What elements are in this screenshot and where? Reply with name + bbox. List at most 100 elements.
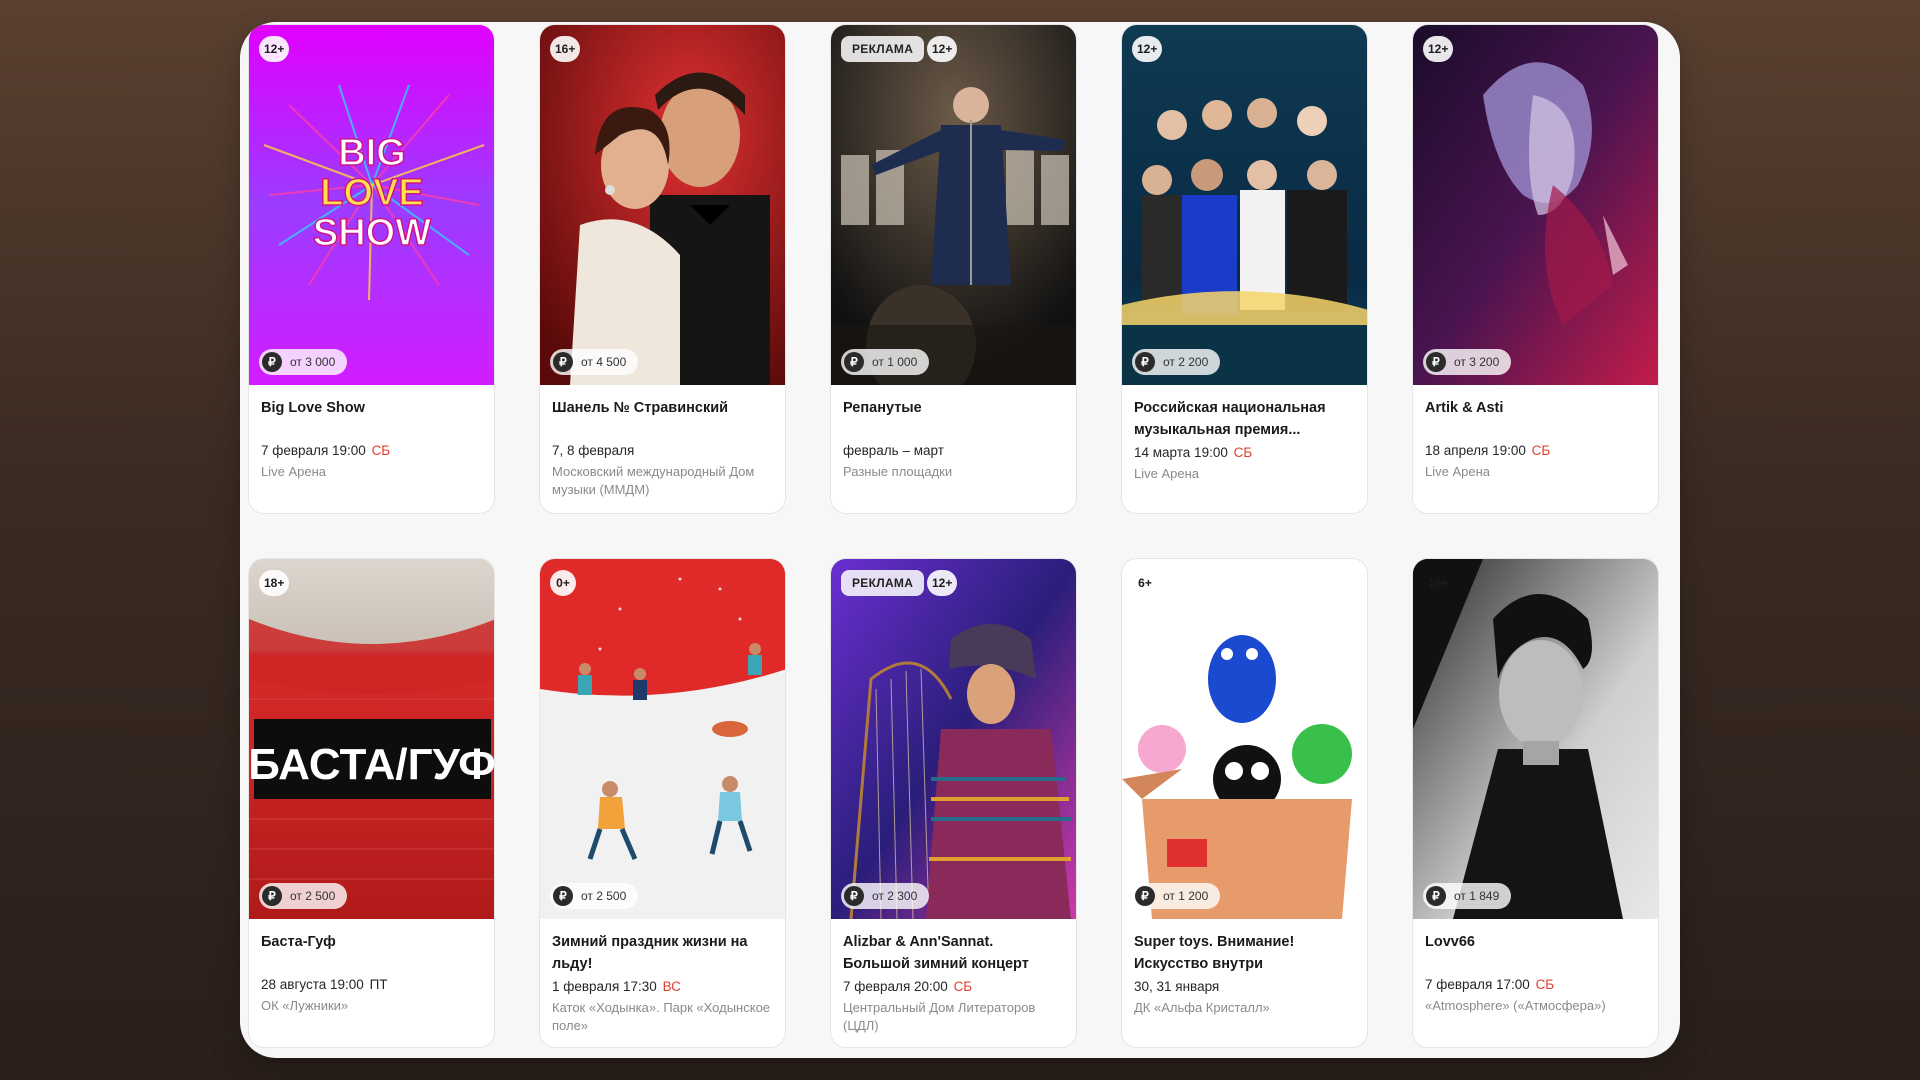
age-rating-badge: 6+ <box>1138 576 1152 590</box>
event-info: Lovv66 7 февраля 17:00 СБ «Atmosphere» (… <box>1413 919 1658 1015</box>
event-title[interactable]: Российская национальная музыкальная прем… <box>1134 397 1355 441</box>
ruble-icon: ₽ <box>1426 886 1446 906</box>
age-rating-badge: 12+ <box>927 570 958 596</box>
events-window: BIG LOVE SHOW 12+ ₽ от 3 000 Big Love Sh… <box>240 22 1680 1058</box>
ruble-icon: ₽ <box>262 886 282 906</box>
event-date: 7 февраля 17:00 СБ <box>1425 975 1646 995</box>
event-card[interactable]: БАСТА/ГУФ 18+ ₽ от 2 500 Баста-Гуф 28 ав… <box>248 558 495 1048</box>
age-rating-badge: 18+ <box>259 570 290 596</box>
ruble-icon: ₽ <box>844 886 864 906</box>
event-title[interactable]: Зимний праздник жизни на льду! <box>552 931 773 975</box>
price-label: от 3 000 <box>290 355 336 369</box>
age-rating-badge: 16+ <box>550 36 581 62</box>
event-date: февраль – март <box>843 441 1064 461</box>
event-card[interactable]: 12+ ₽ от 3 200 Artik & Asti 18 апреля 19… <box>1412 24 1659 514</box>
event-date: 7, 8 февраля <box>552 441 773 461</box>
poster-title-line: SHOW <box>313 212 431 254</box>
event-card[interactable]: 6+ ₽ от 1 200 Super toys. Внимание! Иску… <box>1121 558 1368 1048</box>
event-card[interactable]: 12+ ₽ от 2 200 Российская национальная м… <box>1121 24 1368 514</box>
toys-box-poster <box>1122 559 1367 919</box>
age-rating-badge: 16+ <box>1428 576 1449 590</box>
poster-title-line: BIG <box>338 132 406 174</box>
singer-stage-poster <box>831 25 1076 385</box>
price-label: от 3 200 <box>1454 355 1500 369</box>
event-date: 28 августа 19:00 ПТ <box>261 975 482 995</box>
price-badge: ₽ от 2 500 <box>259 883 348 909</box>
weekday-label: СБ <box>953 979 973 994</box>
event-card[interactable]: 16+ ₽ от 4 500 Шанель № Стравинский 7, 8… <box>539 24 786 514</box>
age-rating-badge: 12+ <box>1423 36 1454 62</box>
event-title[interactable]: Баста-Гуф <box>261 931 482 953</box>
ruble-icon: ₽ <box>844 352 864 372</box>
event-info: Alizbar & Ann'Sannat. Большой зимний кон… <box>831 919 1076 1035</box>
price-badge: ₽ от 2 500 <box>550 883 639 909</box>
big-love-show-poster: BIG LOVE SHOW <box>249 25 494 385</box>
event-info: Репанутые февраль – март Разные площадки <box>831 385 1076 481</box>
event-title[interactable]: Lovv66 <box>1425 931 1646 953</box>
ad-badge: РЕКЛАМА <box>841 570 925 596</box>
event-info: Big Love Show 7 февраля 19:00 СБ Live Ар… <box>249 385 494 481</box>
event-info: Зимний праздник жизни на льду! 1 февраля… <box>540 919 785 1035</box>
event-title[interactable]: Репанутые <box>843 397 1064 419</box>
poster-title-line: LOVE <box>320 172 423 214</box>
age-rating-badge: 12+ <box>259 36 290 62</box>
event-date-text: 7 февраля 20:00 <box>843 979 948 994</box>
event-info: Шанель № Стравинский 7, 8 февраля Москов… <box>540 385 785 499</box>
event-title[interactable]: Шанель № Стравинский <box>552 397 773 419</box>
event-title[interactable]: Super toys. Внимание! Искусство внутри <box>1134 931 1355 975</box>
event-info: Российская национальная музыкальная прем… <box>1122 385 1367 483</box>
event-title[interactable]: Big Love Show <box>261 397 482 419</box>
event-title[interactable]: Artik & Asti <box>1425 397 1646 419</box>
weekday-label: ПТ <box>369 977 388 992</box>
event-date-text: 7, 8 февраля <box>552 443 635 458</box>
event-date: 18 апреля 19:00 СБ <box>1425 441 1646 461</box>
stadium-poster: БАСТА/ГУФ <box>249 559 494 919</box>
event-poster: РЕКЛАМА 12+ ₽ от 2 300 <box>831 559 1076 919</box>
event-venue: Live Арена <box>1425 464 1490 479</box>
price-badge: ₽ от 3 200 <box>1423 349 1512 375</box>
event-date-text: 28 августа 19:00 <box>261 977 364 992</box>
event-card[interactable]: BIG LOVE SHOW 12+ ₽ от 3 000 Big Love Sh… <box>248 24 495 514</box>
price-label: от 1 000 <box>872 355 918 369</box>
event-title[interactable]: Alizbar & Ann'Sannat. Большой зимний кон… <box>843 931 1064 975</box>
event-info: Artik & Asti 18 апреля 19:00 СБ Live Аре… <box>1413 385 1658 481</box>
event-venue: Каток «Ходынка». Парк «Ходынское поле» <box>552 1000 771 1033</box>
event-venue: ОК «Лужники» <box>261 998 349 1013</box>
event-card[interactable]: 16+ ₽ от 1 849 Lovv66 7 февраля 17:00 СБ… <box>1412 558 1659 1048</box>
weekday-label: СБ <box>1233 445 1253 460</box>
event-venue: Московский международный Дом музыки (ММД… <box>552 464 755 497</box>
age-rating-badge: 12+ <box>927 36 958 62</box>
award-group-poster <box>1122 25 1367 385</box>
ruble-icon: ₽ <box>553 352 573 372</box>
event-poster: BIG LOVE SHOW 12+ ₽ от 3 000 <box>249 25 494 385</box>
price-badge: ₽ от 1 849 <box>1423 883 1512 909</box>
event-venue: ДК «Альфа Кристалл» <box>1134 1000 1270 1015</box>
event-card[interactable]: 0+ ₽ от 2 500 Зимний праздник жизни на л… <box>539 558 786 1048</box>
weekday-label: СБ <box>1531 443 1551 458</box>
event-venue: «Atmosphere» («Атмосфера») <box>1425 998 1606 1013</box>
event-date-text: 14 марта 19:00 <box>1134 445 1228 460</box>
ruble-icon: ₽ <box>262 352 282 372</box>
event-card[interactable]: РЕКЛАМА 12+ ₽ от 2 300 Alizbar & Ann'San… <box>830 558 1077 1048</box>
event-venue: Live Арена <box>261 464 326 479</box>
couple-poster <box>540 25 785 385</box>
event-poster: 16+ ₽ от 4 500 <box>540 25 785 385</box>
event-venue: Центральный Дом Литераторов (ЦДЛ) <box>843 1000 1036 1033</box>
price-label: от 2 500 <box>290 889 336 903</box>
harpist-poster <box>831 559 1076 919</box>
event-card[interactable]: РЕКЛАМА 12+ ₽ от 1 000 Репанутые февраль… <box>830 24 1077 514</box>
event-poster: РЕКЛАМА 12+ ₽ от 1 000 <box>831 25 1076 385</box>
event-info: Super toys. Внимание! Искусство внутри 3… <box>1122 919 1367 1017</box>
ice-skaters-poster <box>540 559 785 919</box>
event-date-text: февраль – март <box>843 443 944 458</box>
event-poster: 0+ ₽ от 2 500 <box>540 559 785 919</box>
ruble-icon: ₽ <box>1135 352 1155 372</box>
event-date-text: 1 февраля 17:30 <box>552 979 657 994</box>
event-date-text: 7 февраля 19:00 <box>261 443 366 458</box>
poster-title-line: БАСТА/ГУФ <box>249 740 494 789</box>
age-rating-badge: 0+ <box>550 570 576 596</box>
price-badge: ₽ от 1 200 <box>1132 883 1221 909</box>
event-poster: БАСТА/ГУФ 18+ ₽ от 2 500 <box>249 559 494 919</box>
event-poster: 12+ ₽ от 2 200 <box>1122 25 1367 385</box>
weekday-label: СБ <box>371 443 391 458</box>
